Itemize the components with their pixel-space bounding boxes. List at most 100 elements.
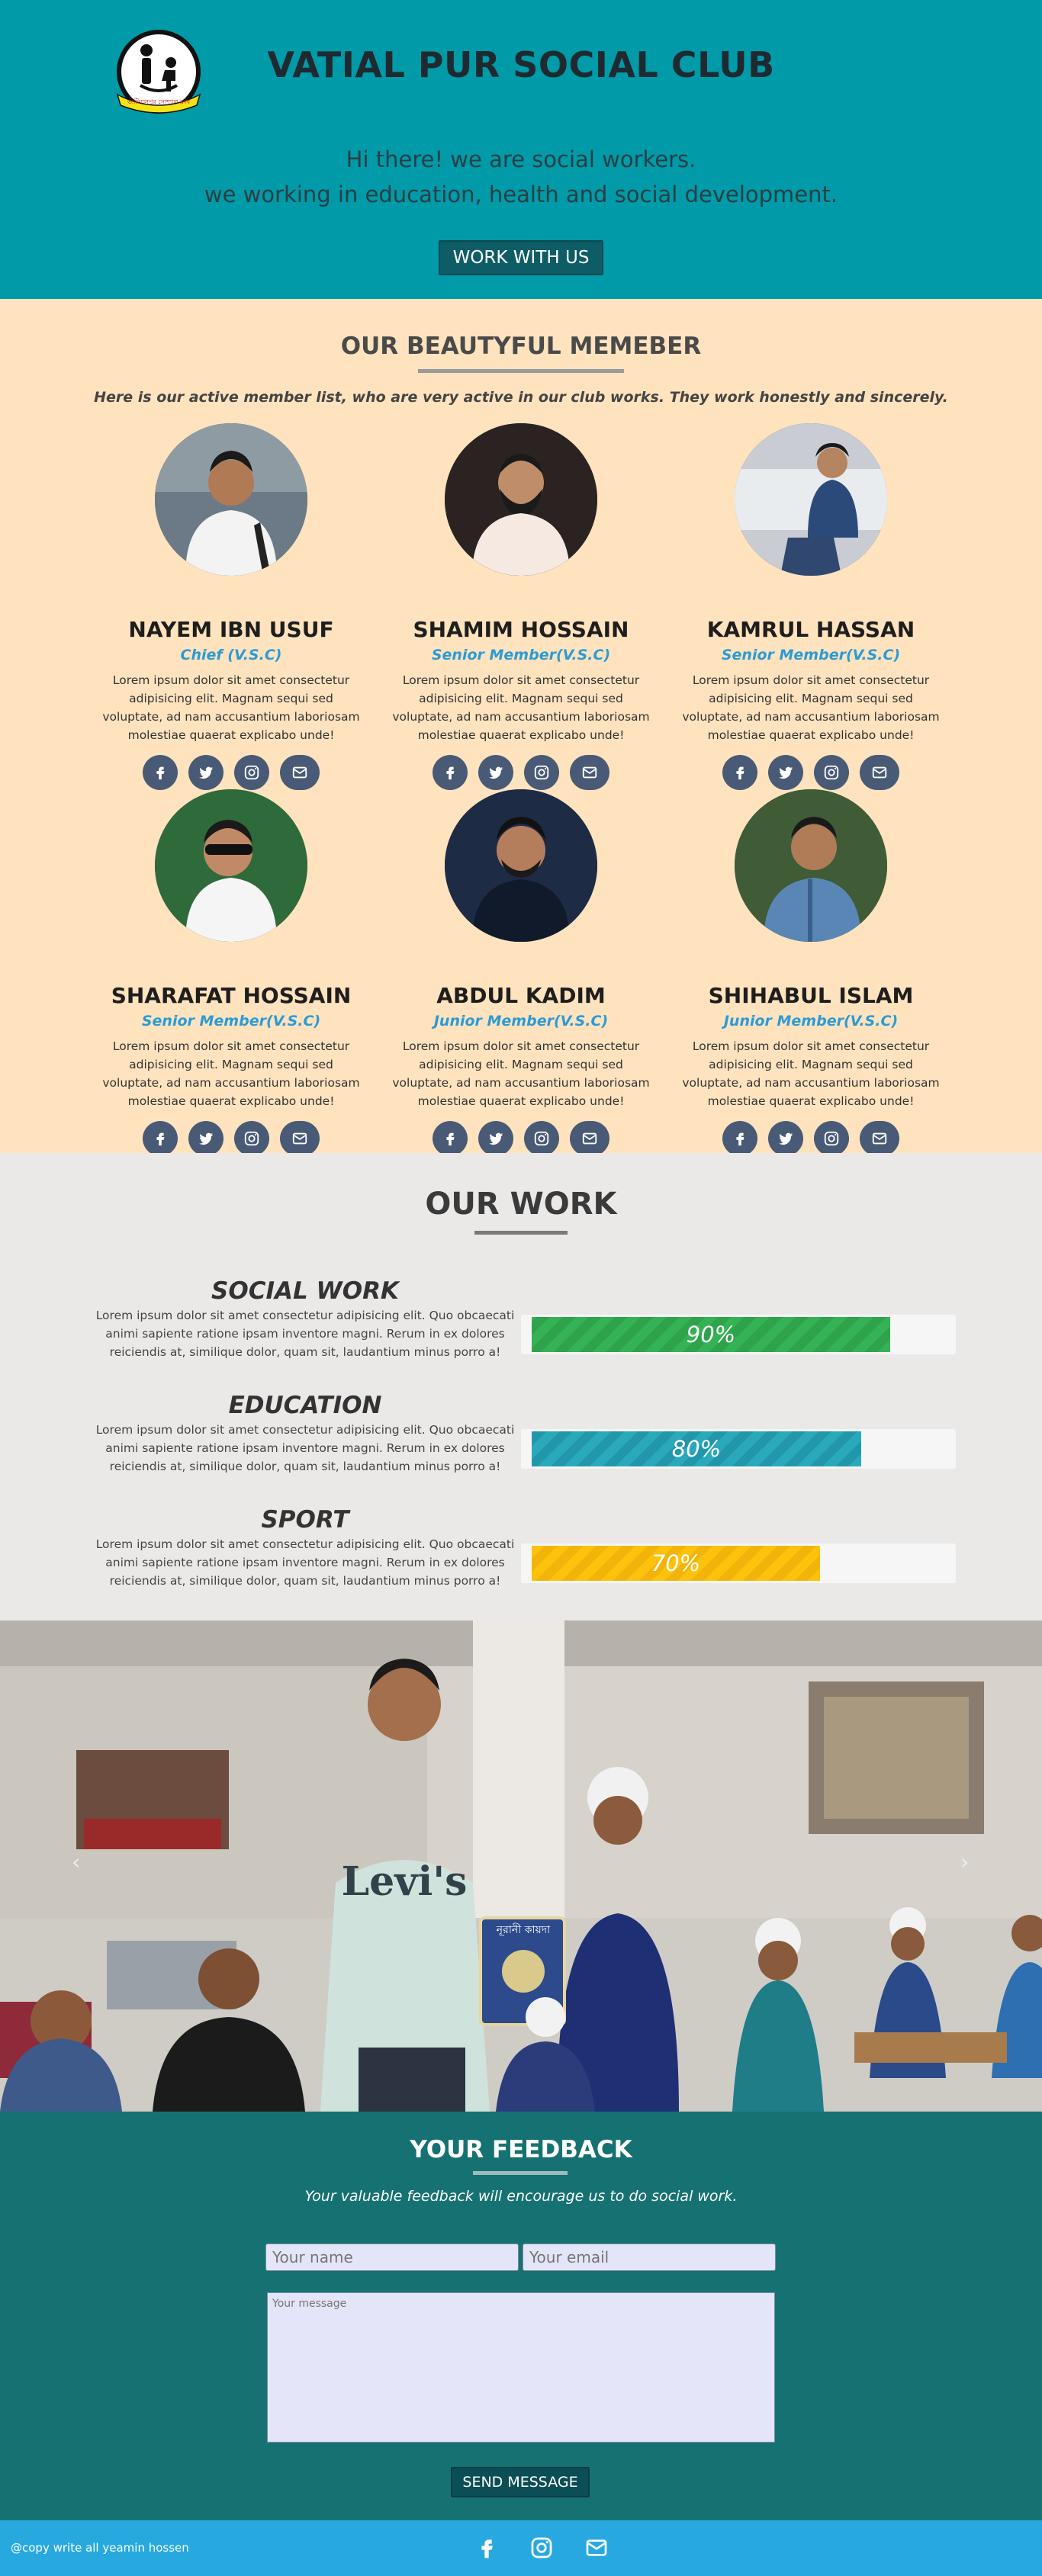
logo-text: ভাটিয়ালপুর সোশ্যাল ক্লাব: [127, 98, 191, 105]
member-description: Lorem ipsum dolor sit amet consectetur a…: [102, 1039, 360, 1108]
instagram-icon[interactable]: [528, 2533, 555, 2563]
member-name: ABDUL KADIM: [436, 983, 606, 1008]
site-footer: @copy write all yeamin hossen: [0, 2520, 1042, 2576]
member-role: Senior Member(V.S.C): [431, 647, 611, 663]
instagram-icon[interactable]: [524, 755, 559, 790]
member-name: KAMRUL HASSAN: [706, 617, 915, 642]
member-name: SHIHABUL ISLAM: [708, 983, 914, 1008]
work-item-sport: SPORT Lorem ipsum dolor sit amet consect…: [92, 1506, 519, 1590]
mail-icon[interactable]: [860, 1121, 899, 1156]
instagram-icon[interactable]: [524, 1121, 559, 1156]
book-text: নূরানী কায়দা: [496, 1923, 551, 1936]
facebook-icon[interactable]: [143, 755, 178, 790]
twitter-icon[interactable]: [768, 755, 803, 790]
member-photo: [445, 423, 597, 576]
message-field[interactable]: [267, 2292, 775, 2443]
feedback-section: YOUR FEEDBACK Your valuable feedback wil…: [0, 2112, 1042, 2520]
member-photo: [155, 423, 307, 576]
chevron-left-icon[interactable]: ‹: [72, 1849, 80, 1874]
member-name: NAYEM IBN USUF: [128, 617, 334, 642]
work-item-description: Lorem ipsum dolor sit amet consectetur a…: [95, 1423, 515, 1473]
work-item-social: SOCIAL WORK Lorem ipsum dolor sit amet c…: [92, 1277, 519, 1361]
member-role: Junior Member(V.S.C): [723, 1013, 899, 1029]
carousel-image: Levi's নূরানী কায়দা: [0, 1620, 1042, 2112]
member-role: Senior Member(V.S.C): [141, 1013, 321, 1029]
member-socials: [666, 1121, 956, 1156]
mail-icon[interactable]: [280, 1121, 320, 1156]
member-socials: [376, 755, 666, 790]
feedback-title-underline: [473, 2171, 568, 2175]
member-role: Chief (V.S.C): [180, 647, 282, 663]
member-role: Senior Member(V.S.C): [721, 647, 901, 663]
member-card: KAMRUL HASSAN Senior Member(V.S.C) Lorem…: [666, 423, 956, 790]
members-title: OUR BEAUTYFUL MEMEBER: [340, 332, 702, 360]
twitter-icon[interactable]: [188, 755, 224, 790]
photo-carousel: Levi's নূরানী কায়দা ‹ ›: [0, 1620, 1042, 2112]
member-card: SHARAFAT HOSSAIN Senior Member(V.S.C) Lo…: [86, 789, 376, 1156]
progress-bar-social: 90%: [521, 1315, 956, 1354]
instagram-icon[interactable]: [234, 1121, 269, 1156]
facebook-icon[interactable]: [143, 1121, 178, 1156]
facebook-icon[interactable]: [433, 755, 468, 790]
member-card: NAYEM IBN USUF Chief (V.S.C) Lorem ipsum…: [86, 423, 376, 790]
work-item-title: EDUCATION: [228, 1392, 382, 1419]
twitter-icon[interactable]: [478, 755, 513, 790]
twitter-icon[interactable]: [478, 1121, 513, 1156]
member-photo: [735, 789, 887, 942]
progress-fill: 70%: [532, 1546, 820, 1581]
member-photo: [735, 423, 887, 576]
twitter-icon[interactable]: [768, 1121, 803, 1156]
member-socials: [86, 1121, 376, 1156]
member-photo: [155, 789, 307, 942]
twitter-icon[interactable]: [188, 1121, 224, 1156]
copyright-text: @copy write all yeamin hossen: [11, 2541, 189, 2555]
member-socials: [666, 755, 956, 790]
facebook-icon[interactable]: [473, 2533, 500, 2563]
member-description: Lorem ipsum dolor sit amet consectetur a…: [682, 1039, 940, 1108]
name-field[interactable]: [265, 2244, 519, 2271]
mail-icon[interactable]: [583, 2533, 610, 2563]
work-item-title: SPORT: [261, 1506, 349, 1534]
members-subtitle: Here is our active member list, who are …: [94, 389, 948, 406]
members-title-underline: [418, 369, 624, 373]
facebook-icon[interactable]: [722, 1121, 757, 1156]
chevron-right-icon[interactable]: ›: [960, 1849, 969, 1874]
facebook-icon[interactable]: [433, 1121, 468, 1156]
member-role: Junior Member(V.S.C): [433, 1013, 609, 1029]
mail-icon[interactable]: [570, 1121, 609, 1156]
email-field[interactable]: [523, 2244, 776, 2271]
instagram-icon[interactable]: [814, 755, 849, 790]
member-description: Lorem ipsum dolor sit amet consectetur a…: [682, 673, 940, 742]
mail-icon[interactable]: [280, 755, 320, 790]
member-card: SHIHABUL ISLAM Junior Member(V.S.C) Lore…: [666, 789, 956, 1156]
site-header: ভাটিয়ালপুর সোশ্যাল ক্লাব VATIAL PUR SOC…: [0, 0, 1042, 299]
instagram-icon[interactable]: [234, 755, 269, 790]
work-with-us-button[interactable]: WORK WITH US: [439, 240, 603, 275]
member-socials: [86, 755, 376, 790]
member-name: SHARAFAT HOSSAIN: [111, 983, 352, 1008]
work-item-education: EDUCATION Lorem ipsum dolor sit amet con…: [92, 1392, 519, 1476]
intro-line-1: Hi there! we are social workers.: [346, 146, 696, 172]
work-section: OUR WORK SOCIAL WORK Lorem ipsum dolor s…: [0, 1153, 1042, 1620]
feedback-subtitle: Your valuable feedback will encourage us…: [304, 2188, 738, 2205]
progress-fill: 90%: [532, 1317, 890, 1352]
member-photo: [445, 789, 597, 942]
work-title-underline: [474, 1231, 568, 1235]
member-card: SHAMIM HOSSAIN Senior Member(V.S.C) Lore…: [376, 423, 666, 790]
mail-icon[interactable]: [860, 755, 899, 790]
page-title: VATIAL PUR SOCIAL CLUB: [267, 44, 775, 85]
footer-socials: [473, 2533, 610, 2563]
member-description: Lorem ipsum dolor sit amet consectetur a…: [392, 1039, 650, 1108]
intro-line-2: we working in education, health and soci…: [204, 181, 838, 207]
instagram-icon[interactable]: [814, 1121, 849, 1156]
mail-icon[interactable]: [570, 755, 609, 790]
send-message-button[interactable]: SEND MESSAGE: [451, 2467, 590, 2497]
member-description: Lorem ipsum dolor sit amet consectetur a…: [392, 673, 650, 742]
shirt-text: Levi's: [342, 1858, 468, 1905]
member-description: Lorem ipsum dolor sit amet consectetur a…: [102, 673, 360, 742]
facebook-icon[interactable]: [722, 755, 757, 790]
work-title: OUR WORK: [425, 1187, 617, 1222]
progress-bar-sport: 70%: [521, 1543, 956, 1583]
work-item-description: Lorem ipsum dolor sit amet consectetur a…: [95, 1309, 515, 1359]
member-card: ABDUL KADIM Junior Member(V.S.C) Lorem i…: [376, 789, 666, 1156]
